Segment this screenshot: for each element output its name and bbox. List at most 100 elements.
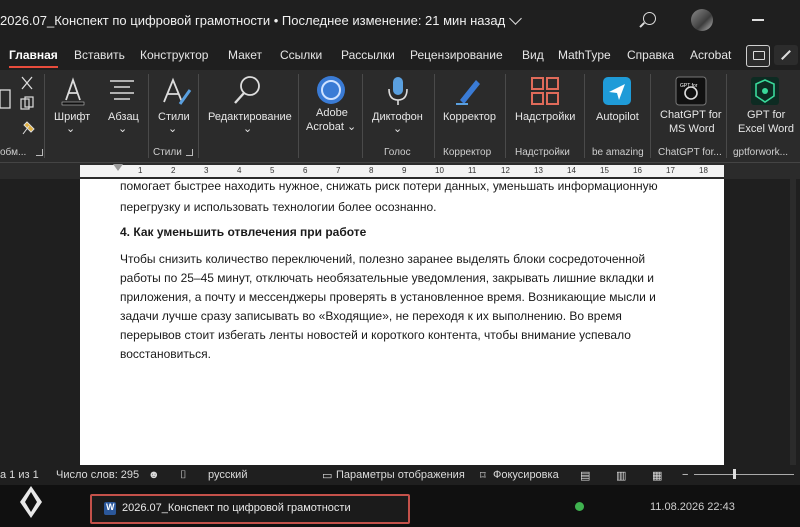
tab-view[interactable]: Вид	[522, 48, 544, 62]
chatgpt-button-line1[interactable]: ChatGPT for	[660, 108, 722, 122]
ruler-number: 1	[138, 166, 143, 175]
document-page[interactable]: помогает быстрее находить нужное, снижат…	[80, 179, 724, 465]
adobe-label[interactable]: Adobe	[316, 106, 348, 120]
ruler-number: 5	[270, 166, 275, 175]
tab-home[interactable]: Главная	[9, 48, 58, 68]
tab-mathtype[interactable]: MathType	[558, 48, 611, 62]
search-icon[interactable]	[643, 12, 656, 25]
gpt-excel-group-label: gptforwork...	[733, 147, 789, 158]
editing-chevron-icon[interactable]: ⌄	[243, 122, 252, 136]
ribbon-tabs: Главная Вставить Конструктор Макет Ссылк…	[0, 42, 800, 70]
tab-design[interactable]: Конструктор	[140, 48, 208, 62]
ruler-strip: 1 2 3 4 5 6 7 8 9 10 11 12 13 14 15 16 17 18	[80, 165, 724, 177]
format-painter-icon[interactable]	[20, 120, 36, 136]
paragraph-line: восстановиться.	[120, 347, 211, 361]
tab-insert[interactable]: Вставить	[74, 48, 125, 62]
ruler-number: 8	[369, 166, 374, 175]
adobe-acrobat-icon[interactable]	[315, 74, 347, 106]
paragraph-line: перегрузку и использовать технологии бол…	[120, 200, 437, 214]
magnifier-icon[interactable]	[232, 74, 264, 106]
tab-review[interactable]: Рецензирование	[410, 48, 503, 62]
tab-references[interactable]: Ссылки	[280, 48, 322, 62]
styles-launcher-icon[interactable]	[186, 149, 193, 156]
indent-marker-icon[interactable]	[113, 164, 123, 171]
ruler-number: 17	[666, 166, 675, 175]
ruler-number: 4	[237, 166, 242, 175]
display-settings-icon[interactable]: ▭	[322, 469, 332, 482]
focus-button[interactable]: Фокусировка	[493, 469, 559, 481]
web-layout-icon[interactable]: ▦	[652, 469, 662, 482]
paste-icon[interactable]	[0, 88, 12, 110]
display-settings-button[interactable]: Параметры отображения	[336, 469, 465, 481]
autopilot-button[interactable]: Autopilot	[596, 110, 639, 124]
paragraph-line: перерывов стоит избегать ленты новостей …	[120, 328, 631, 342]
language-indicator[interactable]: русский	[208, 469, 247, 481]
zoom-out-icon[interactable]: −	[682, 469, 688, 481]
tab-layout[interactable]: Макет	[228, 48, 262, 62]
cut-icon[interactable]	[20, 76, 34, 90]
styles-chevron-icon[interactable]: ⌄	[168, 122, 177, 136]
text-predictions-icon[interactable]: ⌷	[180, 469, 187, 482]
paragraph-chevron-icon[interactable]: ⌄	[118, 122, 127, 136]
tab-mailings[interactable]: Рассылки	[341, 48, 395, 62]
ruler-number: 3	[204, 166, 209, 175]
gpt-excel-line1[interactable]: GPT for	[747, 108, 785, 122]
comments-button[interactable]	[746, 45, 770, 67]
paragraph-icon[interactable]	[108, 78, 136, 104]
acrobat-label[interactable]: Acrobat	[306, 120, 344, 134]
dictate-chevron-icon[interactable]: ⌄	[393, 122, 402, 136]
chevron-down-icon[interactable]	[509, 11, 523, 25]
acrobat-chevron-icon[interactable]: ⌄	[347, 120, 356, 134]
sync-ok-icon[interactable]	[575, 502, 584, 511]
gpt-excel-line2[interactable]: Excel Word	[738, 122, 794, 136]
document-title[interactable]: 2026.07_Конспект по цифровой грамотности…	[0, 13, 505, 28]
paragraph-line: помогает быстрее находить нужное, снижат…	[120, 179, 658, 193]
status-bar: а 1 из 1 Число слов: 295 ☻ ⌷ русский ▭ П…	[0, 465, 800, 485]
tab-acrobat[interactable]: Acrobat	[690, 48, 731, 62]
editor-pen-icon[interactable]	[454, 76, 484, 106]
addins-button[interactable]: Надстройки	[515, 110, 575, 124]
addins-group-label: Надстройки	[515, 147, 570, 158]
microphone-icon[interactable]	[386, 75, 410, 107]
chatgpt-button-line2[interactable]: MS Word	[669, 122, 715, 136]
read-mode-icon[interactable]: ▤	[580, 469, 590, 482]
zoom-slider[interactable]	[694, 474, 794, 475]
ruler-number: 2	[171, 166, 176, 175]
word-app-icon	[104, 502, 116, 515]
editing-mode-button[interactable]	[774, 45, 798, 65]
avatar[interactable]	[691, 9, 713, 31]
addins-icon[interactable]	[530, 76, 560, 106]
page-indicator[interactable]: а 1 из 1	[0, 469, 39, 481]
paragraph-line: приложения, а почту и мессенджеры провер…	[120, 290, 656, 304]
taskbar-word-document[interactable]: 2026.07_Конспект по цифровой грамотности	[90, 494, 410, 524]
chatgpt-badge: GPT for	[680, 83, 698, 89]
focus-icon[interactable]: ⌑	[480, 469, 486, 482]
gpt-excel-word-icon[interactable]	[750, 76, 780, 106]
start-logo-icon[interactable]	[18, 484, 44, 520]
paragraph-line: задачи лучше сразу записывать во «Входящ…	[120, 309, 622, 323]
font-icon[interactable]	[58, 76, 88, 106]
copy-icon[interactable]	[20, 96, 34, 110]
accessibility-icon[interactable]: ☻	[148, 469, 160, 481]
paragraph-line: Чтобы снизить количество переключений, п…	[120, 252, 646, 266]
font-chevron-icon[interactable]: ⌄	[66, 122, 75, 136]
ruler-number: 13	[534, 166, 543, 175]
ruler-number: 7	[336, 166, 341, 175]
clipboard-launcher-icon[interactable]	[36, 149, 43, 156]
zoom-slider-thumb[interactable]	[733, 469, 736, 479]
tab-help[interactable]: Справка	[627, 48, 674, 62]
ruler-number: 11	[468, 166, 477, 175]
print-layout-icon[interactable]: ▥	[616, 469, 626, 482]
section-heading: 4. Как уменьшить отвлечения при работе	[120, 225, 367, 239]
word-count[interactable]: Число слов: 295	[56, 469, 139, 481]
editor-group-label: Корректор	[443, 147, 492, 158]
clipboard-group-label: обм...	[0, 147, 27, 158]
system-clock[interactable]: 11.08.2026 22:43	[650, 501, 735, 513]
autopilot-icon[interactable]	[602, 76, 632, 106]
styles-icon[interactable]	[160, 76, 192, 108]
minimize-icon[interactable]	[752, 19, 764, 21]
ruler-number: 16	[633, 166, 642, 175]
autopilot-group-label: be amazing	[592, 147, 644, 158]
vertical-scrollbar[interactable]	[790, 179, 796, 465]
editor-button[interactable]: Корректор	[443, 110, 496, 124]
